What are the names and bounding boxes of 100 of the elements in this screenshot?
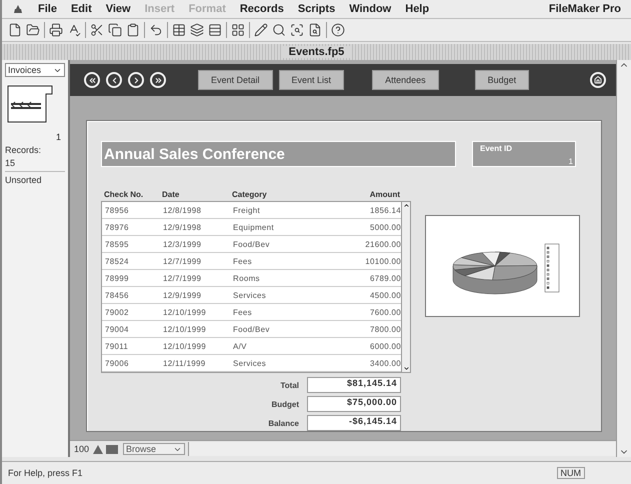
total-value-field: $75,000.00 [307,396,401,412]
records-count: 15 [5,158,16,168]
table-cell-text: 12/9/1999 [163,290,202,300]
menu-item[interactable]: Edit [70,3,92,15]
menu-item[interactable]: View [106,3,131,15]
horizontal-scrollbar[interactable] [188,442,616,456]
table-cell-text: 12/3/1999 [163,240,202,248]
help-icon[interactable] [331,23,345,37]
table-cell-text: 78976 [105,222,130,232]
table-cell-text: 79011 [105,342,130,350]
menu-item[interactable]: Window [349,3,392,15]
grid-icon[interactable] [231,23,245,37]
table-cell-text: 78456 [105,290,130,300]
table-cell-text: 4500.00 [368,290,401,300]
table-icon[interactable] [172,23,186,37]
table-cell-text: Food/Bev [233,324,271,334]
records-label: Records: [5,145,42,155]
nav-circle-button[interactable] [84,72,100,88]
vertical-scrollbar[interactable] [616,60,631,457]
home-button[interactable] [590,72,606,88]
scan-search-icon[interactable] [290,23,304,37]
portal-scrollbar[interactable] [401,202,410,372]
rows-icon[interactable] [208,23,222,37]
scroll-up-icon[interactable] [402,202,410,209]
table-cell-text: Services [233,290,268,300]
event-id-label: Event ID [480,144,512,153]
table-cell-text: 12/7/1999 [163,256,202,266]
menu-item[interactable]: Scripts [298,3,336,15]
table-cell-text: Fees [233,256,253,266]
layout-button[interactable]: Attendees [372,70,439,90]
total-value-field: $81,145.14 [307,377,401,393]
event-name: Annual Sales Conference [101,141,456,167]
file-search-icon[interactable] [308,23,322,37]
new-file-icon[interactable] [8,23,22,37]
table-cell-text: 12/9/1998 [163,222,202,232]
table-cell-text: 79006 [105,358,130,368]
table-cell-text: A/V [233,342,248,350]
table-cell-text: 12/10/1999 [163,342,208,350]
table-cell-text: 79002 [105,308,130,316]
record-number: 1 [56,132,62,142]
print-icon[interactable] [49,23,63,37]
pencil-icon[interactable] [254,23,268,37]
open-folder-icon[interactable] [26,23,40,37]
help-text: For Help, press F1 [8,468,83,478]
table-cell-text: 21600.00 [364,240,401,248]
layers-icon[interactable] [190,23,204,37]
table-cell-text: 1856.14 [368,206,401,214]
column-header: Amount [368,190,400,198]
app-icon[interactable] [12,3,24,15]
layout-dropdown[interactable]: Invoices [5,63,65,77]
first-record-icon [88,76,96,84]
scroll-down-icon[interactable] [402,365,410,372]
event-id-value: 1 [568,157,573,166]
menu-item[interactable]: File [38,3,57,15]
layout-button[interactable]: Event List [278,70,344,90]
table-cell-text: 5000.00 [368,222,401,232]
sort-state: Unsorted [5,175,43,185]
total-label: Balance [267,418,299,428]
menu-item[interactable]: Help [405,3,430,15]
table-cell-text: 12/10/1999 [163,308,208,316]
table-cell-text: Equipment [233,222,275,232]
window-title: Events.fp5 [282,46,350,58]
column-header: Category [232,190,268,198]
table-cell-text: 12/7/1999 [163,274,202,282]
total-label: Total [279,380,299,390]
table-cell-text: 12/11/1999 [163,358,206,368]
copy-icon[interactable] [108,23,122,37]
zoom-level[interactable]: 100 [74,444,90,454]
search-icon[interactable] [272,23,286,37]
total-label: Budget [270,400,299,408]
num-lock-indicator: NUM [556,467,585,479]
table-cell-text: 79004 [105,324,130,334]
nav-circle-button[interactable] [106,72,122,88]
table-cell-text: Fees [233,308,253,316]
table-cell-text: 6789.00 [368,274,401,282]
table-cell-text: Rooms [233,274,261,282]
table-cell-text: 7600.00 [368,308,401,316]
nav-circle-button[interactable] [128,72,144,88]
table-cell-text: 78595 [105,240,130,248]
table-cell-text: 3400.00 [368,358,401,368]
mode-dropdown[interactable]: Browse [123,443,186,455]
table-cell-text: 12/10/1999 [163,324,208,334]
layout-button[interactable]: Budget [474,70,530,90]
menu-item[interactable]: Records [240,3,284,15]
cut-icon[interactable] [90,23,104,37]
table-cell-text: 10100.00 [364,256,401,266]
column-header: Check No. [104,190,144,198]
table-cell-text: 78524 [105,256,130,266]
undo-icon[interactable] [149,23,163,37]
table-cell-text: 78956 [105,206,130,214]
layout-button[interactable]: Event Detail [198,70,273,90]
table-cell-text: Freight [233,206,261,214]
spell-check-icon[interactable] [67,23,81,37]
table-cell-text: Food/Bev [233,240,271,248]
book-icon[interactable] [7,84,55,124]
table-cell-text: 7800.00 [368,324,401,334]
paste-icon[interactable] [126,23,140,37]
nav-circle-button[interactable] [150,72,166,88]
table-cell-text: 6000.00 [368,342,401,350]
column-header: Date [162,190,180,198]
